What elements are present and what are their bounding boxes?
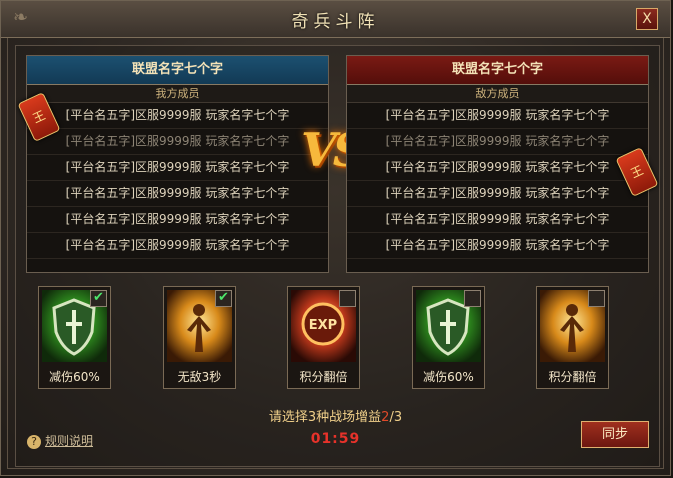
enemy-alliance-name: 联盟名字七个字 [347,56,648,85]
ally-member-row: [平台名五字]区服9999服 玩家名字七个字 [27,233,328,259]
buff-label: 无敌3秒 [177,370,222,384]
enemy-member-row: [平台名五字]区服9999服 玩家名字七个字 [347,233,648,259]
enemy-member-row: [平台名五字]区服9999服 玩家名字七个字 [347,207,648,233]
title-bar: ❧ 奇兵斗阵 X [1,1,670,38]
close-button[interactable]: X [636,8,658,30]
buff-card-damage-reduction[interactable]: ✔ 减伤60% [38,286,111,389]
help-icon: ? [27,435,41,449]
buff-label: 减伤60% [423,370,474,384]
ally-member-row: [平台名五字]区服9999服 玩家名字七个字 [27,207,328,233]
buff-label: 积分翻倍 [548,370,597,384]
buff-checkbox[interactable] [464,290,481,307]
enemy-member-row: [平台名五字]区服9999服 玩家名字七个字 [347,129,648,155]
enemy-member-list: [平台名五字]区服9999服 玩家名字七个字 [平台名五字]区服9999服 玩家… [347,103,648,259]
buff-checkbox[interactable]: ✔ [90,290,107,307]
prompt-total: /3 [389,410,403,425]
sync-button[interactable]: 同步 [581,421,649,448]
window-title: 奇兵斗阵 [291,12,380,32]
buff-selection-prompt: 请选择3种战场增益2/3 [1,406,670,425]
ally-member-row: [平台名五字]区服9999服 玩家名字七个字 [27,181,328,207]
buff-checkbox[interactable]: ✔ [215,290,232,307]
enemy-member-row: [平台名五字]区服9999服 玩家名字七个字 [347,181,648,207]
enemy-member-row: [平台名五字]区服9999服 玩家名字七个字 [347,155,648,181]
ally-members-header: 我方成员 [27,85,328,103]
buff-label: 减伤60% [49,370,100,384]
ally-member-list: [平台名五字]区服9999服 玩家名字七个字 [平台名五字]区服9999服 玩家… [27,103,328,259]
ally-team-panel: 联盟名字七个字 我方成员 [平台名五字]区服9999服 玩家名字七个字 [平台名… [26,55,329,273]
ally-alliance-name: 联盟名字七个字 [27,56,328,85]
ally-member-row: [平台名五字]区服9999服 玩家名字七个字 [27,155,328,181]
enemy-member-row: [平台名五字]区服9999服 玩家名字七个字 [347,103,648,129]
ally-member-row: [平台名五字]区服9999服 玩家名字七个字 [27,129,328,155]
enemy-team-panel: 联盟名字七个字 敌方成员 [平台名五字]区服9999服 玩家名字七个字 [平台名… [346,55,649,273]
rules-label: 规则说明 [45,434,94,448]
ally-member-row: [平台名五字]区服9999服 玩家名字七个字 [27,103,328,129]
rules-link[interactable]: ? 规则说明 [27,432,93,449]
buff-checkbox[interactable] [339,290,356,307]
prompt-text: 请选择3种战场增益 [268,410,382,425]
buff-checkbox[interactable] [588,290,605,307]
buff-label: 积分翻倍 [299,370,348,384]
buff-card-damage-reduction[interactable]: 减伤60% [412,286,485,389]
countdown-timer: 01:59 [310,431,361,447]
svg-text:EXP: EXP [309,318,337,333]
buff-card-double-points[interactable]: 积分翻倍 [536,286,609,389]
buff-card-invincible[interactable]: ✔ 无敌3秒 [163,286,236,389]
buff-card-double-points[interactable]: EXP 积分翻倍 [287,286,360,389]
battle-formation-window: ❧ 奇兵斗阵 X 联盟名字七个字 我方成员 [平台名五字]区服9999服 玩家名… [0,0,671,476]
enemy-members-header: 敌方成员 [347,85,648,103]
